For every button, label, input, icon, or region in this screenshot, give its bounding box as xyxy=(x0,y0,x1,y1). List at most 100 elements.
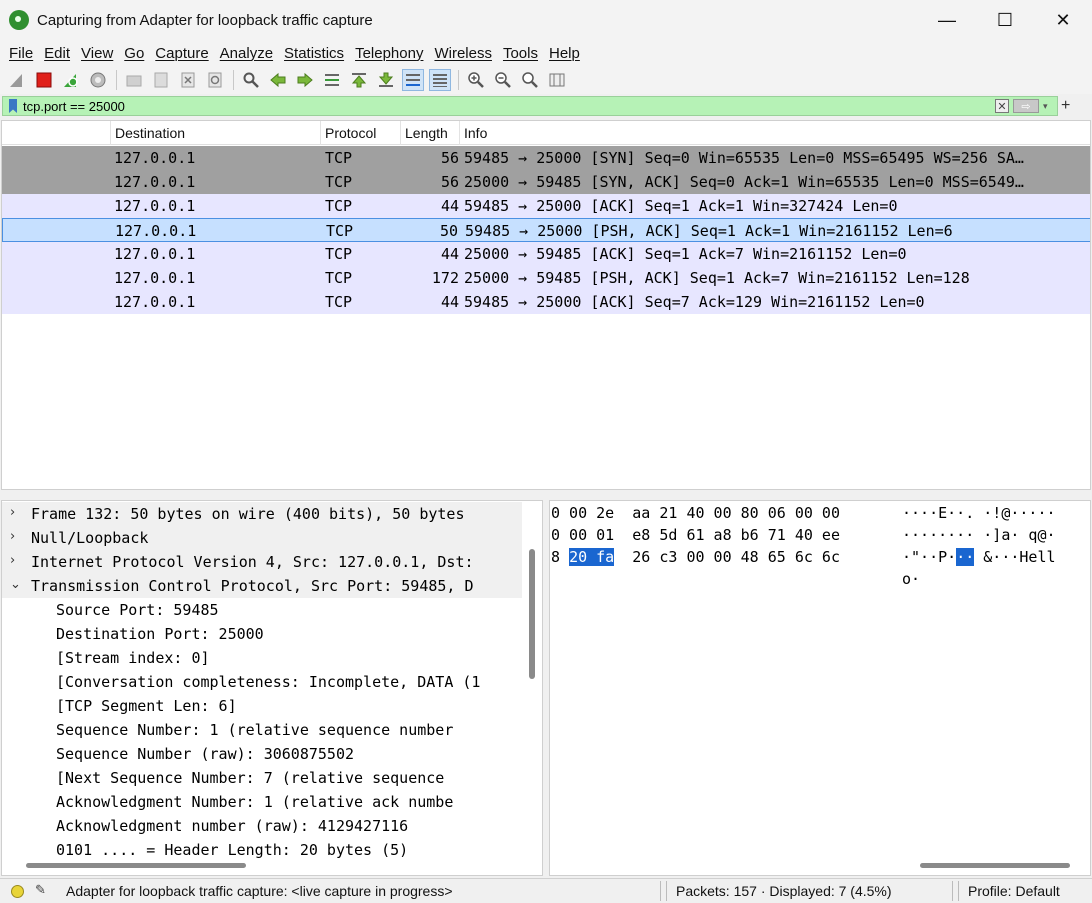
menu-go[interactable]: Go xyxy=(124,45,144,62)
detail-item[interactable]: Source Port: 59485 xyxy=(2,598,522,622)
column-destination[interactable]: Destination xyxy=(115,125,185,141)
find-icon[interactable] xyxy=(240,69,262,91)
profile-label[interactable]: Profile: Default xyxy=(968,883,1060,899)
hex-line[interactable]: 0 00 01 e8 5d 61 a8 b6 71 40 ee xyxy=(551,526,840,548)
packet-protocol: TCP xyxy=(325,149,353,167)
detail-item[interactable]: › Internet Protocol Version 4, Src: 127.0… xyxy=(2,550,522,574)
apply-filter-icon[interactable]: ⇨ xyxy=(1013,99,1039,113)
packet-length: 44 xyxy=(440,197,459,215)
detail-item[interactable]: Destination Port: 25000 xyxy=(2,622,522,646)
open-icon[interactable] xyxy=(123,69,145,91)
column-protocol[interactable]: Protocol xyxy=(325,125,376,141)
back-icon[interactable] xyxy=(267,69,289,91)
packet-row[interactable]: 127.0.0.1 TCP 56 59485 → 25000 [SYN] Seq=0 … xyxy=(2,146,1090,170)
hex-bytes: 0 00 01 e8 5d 61 a8 b6 71 40 ee xyxy=(551,526,840,544)
details-vscrollbar[interactable] xyxy=(529,549,535,679)
reload-icon[interactable] xyxy=(204,69,226,91)
menu-edit[interactable]: Edit xyxy=(44,45,70,62)
menu-telephony[interactable]: Telephony xyxy=(355,45,423,62)
column-separator[interactable] xyxy=(400,121,401,145)
minimize-button[interactable]: — xyxy=(918,0,976,40)
add-filter-button[interactable]: + xyxy=(1061,97,1070,115)
menu-wireless[interactable]: Wireless xyxy=(434,45,492,62)
last-packet-icon[interactable] xyxy=(375,69,397,91)
display-filter-input[interactable]: tcp.port == 25000 xyxy=(23,99,995,114)
close-button[interactable]: ✕ xyxy=(1034,0,1092,40)
packet-row[interactable]: 127.0.0.1 TCP 50 59485 → 25000 [PSH, ACK] S… xyxy=(2,218,1090,242)
packet-row[interactable]: 127.0.0.1 TCP 44 59485 → 25000 [ACK] Seq=7 … xyxy=(2,290,1090,314)
column-separator[interactable] xyxy=(110,121,111,145)
shark-fin-icon[interactable] xyxy=(6,69,28,91)
close-file-icon[interactable] xyxy=(177,69,199,91)
detail-item[interactable]: 0101 .... = Header Length: 20 bytes (5) xyxy=(2,838,522,862)
restart-icon[interactable] xyxy=(60,69,82,91)
packet-row[interactable]: 127.0.0.1 TCP 56 25000 → 59485 [SYN, ACK] S… xyxy=(2,170,1090,194)
menu-tools[interactable]: Tools xyxy=(503,45,538,62)
packet-row[interactable]: 127.0.0.1 TCP 44 25000 → 59485 [ACK] Seq=1 … xyxy=(2,242,1090,266)
chevron-down-icon[interactable]: ⌄ xyxy=(10,577,21,592)
bytes-hscrollbar[interactable] xyxy=(920,863,1070,868)
clear-filter-icon[interactable]: ✕ xyxy=(995,99,1009,113)
filter-bookmark-icon[interactable] xyxy=(9,99,17,113)
resize-columns-icon[interactable] xyxy=(546,69,568,91)
menu-file[interactable]: File xyxy=(9,45,33,62)
forward-icon[interactable] xyxy=(294,69,316,91)
display-filter-bar[interactable]: tcp.port == 25000 ✕ ⇨ ▾ xyxy=(2,96,1058,116)
detail-item[interactable]: [Conversation completeness: Incomplete, … xyxy=(2,670,522,694)
chevron-right-icon[interactable]: › xyxy=(10,553,15,568)
packet-details-pane[interactable]: › Frame 132: 50 bytes on wire (400 bits),… xyxy=(1,500,543,876)
menu-help[interactable]: Help xyxy=(549,45,580,62)
chevron-right-icon[interactable]: › xyxy=(10,529,15,544)
maximize-button[interactable]: ☐ xyxy=(976,0,1034,40)
packet-list[interactable]: Destination Protocol Length Info 127.0.0… xyxy=(1,120,1091,490)
chevron-right-icon[interactable]: › xyxy=(10,505,15,520)
hex-line[interactable]: 8 20 fa 26 c3 00 00 48 65 6c 6c xyxy=(551,548,840,570)
detail-item[interactable]: ⌄ Transmission Control Protocol, Src Port… xyxy=(2,574,522,598)
packet-info: 25000 → 59485 [PSH, ACK] Seq=1 Ack=7 Win… xyxy=(464,269,970,287)
column-separator[interactable] xyxy=(320,121,321,145)
first-packet-icon[interactable] xyxy=(348,69,370,91)
status-separator xyxy=(666,881,667,901)
detail-item[interactable]: › Null/Loopback xyxy=(2,526,522,550)
detail-item[interactable]: Sequence Number: 1 (relative sequence nu… xyxy=(2,718,522,742)
detail-item[interactable]: › Frame 132: 50 bytes on wire (400 bits),… xyxy=(2,502,522,526)
ascii-text: &···Hell xyxy=(974,548,1056,566)
detail-item[interactable]: Acknowledgment Number: 1 (relative ack n… xyxy=(2,790,522,814)
ascii-line[interactable]: ········ ·]a· q@· xyxy=(902,526,1056,548)
column-separator[interactable] xyxy=(459,121,460,145)
ascii-line[interactable]: o· xyxy=(902,570,920,592)
packet-length: 56 xyxy=(440,173,459,191)
detail-item[interactable]: [Next Sequence Number: 7 (relative seque… xyxy=(2,766,522,790)
detail-text: [Conversation completeness: Incomplete, … xyxy=(56,673,481,691)
zoom-in-icon[interactable] xyxy=(465,69,487,91)
column-length[interactable]: Length xyxy=(405,125,448,141)
packet-bytes-pane[interactable]: 0 00 2e aa 21 40 00 80 06 00 00 ····E··. … xyxy=(549,500,1091,876)
menu-analyze[interactable]: Analyze xyxy=(220,45,273,62)
hex-line[interactable]: 0 00 2e aa 21 40 00 80 06 00 00 xyxy=(551,504,840,526)
save-icon[interactable] xyxy=(150,69,172,91)
packet-row[interactable]: 127.0.0.1 TCP 44 59485 → 25000 [ACK] Seq=1 … xyxy=(2,194,1090,218)
column-info[interactable]: Info xyxy=(464,125,487,141)
stop-icon[interactable] xyxy=(33,69,55,91)
filter-dropdown-icon[interactable]: ▾ xyxy=(1043,101,1053,112)
menu-statistics[interactable]: Statistics xyxy=(284,45,344,62)
packet-row[interactable]: 127.0.0.1 TCP 172 25000 → 59485 [PSH, ACK] … xyxy=(2,266,1090,290)
goto-packet-icon[interactable] xyxy=(321,69,343,91)
options-icon[interactable] xyxy=(87,69,109,91)
detail-item[interactable]: [TCP Segment Len: 6] xyxy=(2,694,522,718)
zoom-out-icon[interactable] xyxy=(492,69,514,91)
expert-info-icon[interactable] xyxy=(11,885,24,898)
capture-comment-icon[interactable]: ✎ xyxy=(35,882,46,898)
menu-capture[interactable]: Capture xyxy=(155,45,208,62)
details-hscrollbar[interactable] xyxy=(26,863,246,868)
detail-item[interactable]: Acknowledgment number (raw): 4129427116 xyxy=(2,814,522,838)
colorize-icon[interactable] xyxy=(429,69,451,91)
normal-size-icon[interactable] xyxy=(519,69,541,91)
ascii-line[interactable]: ·"··P··· &···Hell xyxy=(902,548,1056,570)
detail-item[interactable]: [Stream index: 0] xyxy=(2,646,522,670)
detail-text: Frame 132: 50 bytes on wire (400 bits), … xyxy=(31,505,465,523)
ascii-line[interactable]: ····E··. ·!@····· xyxy=(902,504,1056,526)
menu-view[interactable]: View xyxy=(81,45,113,62)
autoscroll-icon[interactable] xyxy=(402,69,424,91)
detail-item[interactable]: Sequence Number (raw): 3060875502 xyxy=(2,742,522,766)
